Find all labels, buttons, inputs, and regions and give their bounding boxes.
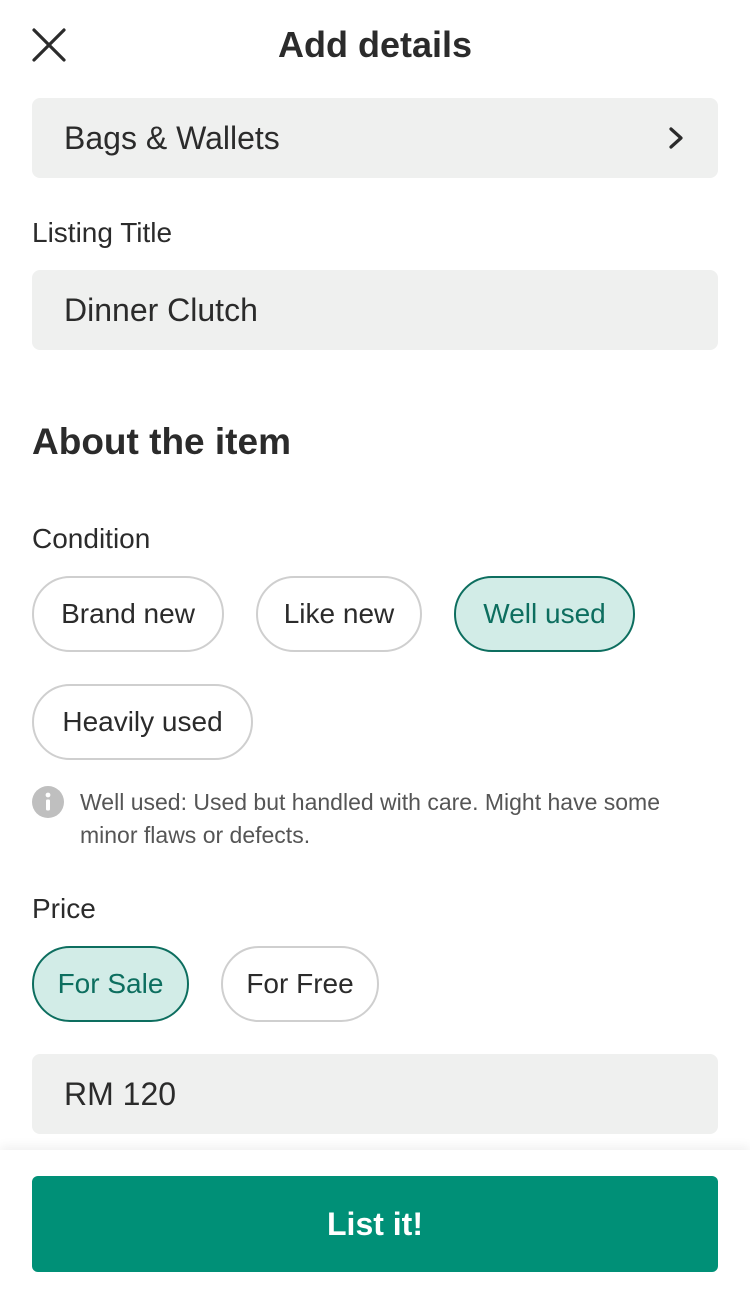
condition-label: Condition	[32, 523, 151, 554]
price-field[interactable]	[32, 1054, 718, 1134]
condition-chip-heavily-used[interactable]: Heavily used	[32, 684, 253, 760]
price-label: Price	[32, 893, 96, 924]
category-selector[interactable]: Bags & Wallets	[32, 98, 718, 178]
price-chip-for-free[interactable]: For Free	[221, 946, 379, 1022]
price-input[interactable]	[64, 1075, 686, 1113]
listing-title-field[interactable]	[32, 270, 718, 350]
condition-chip-well-used[interactable]: Well used	[454, 576, 635, 652]
listing-title-label: Listing Title	[32, 217, 173, 248]
category-value: Bags & Wallets	[64, 119, 280, 156]
price-chip-for-sale[interactable]: For Sale	[32, 946, 189, 1022]
info-icon	[32, 786, 64, 818]
listing-title-input[interactable]	[64, 291, 686, 329]
page-title: Add details	[277, 24, 473, 65]
list-it-button[interactable]: List it!	[32, 1176, 718, 1272]
chevron-right-icon	[666, 126, 686, 150]
add-details-screen: Add details Bags & Wallets Listing Title…	[0, 0, 750, 1296]
condition-chip-brand-new[interactable]: Brand new	[32, 576, 224, 652]
condition-hint: Well used: Used but handled with care. M…	[80, 789, 660, 848]
condition-chip-like-new[interactable]: Like new	[256, 576, 422, 652]
section-title-about: About the item	[32, 421, 291, 462]
